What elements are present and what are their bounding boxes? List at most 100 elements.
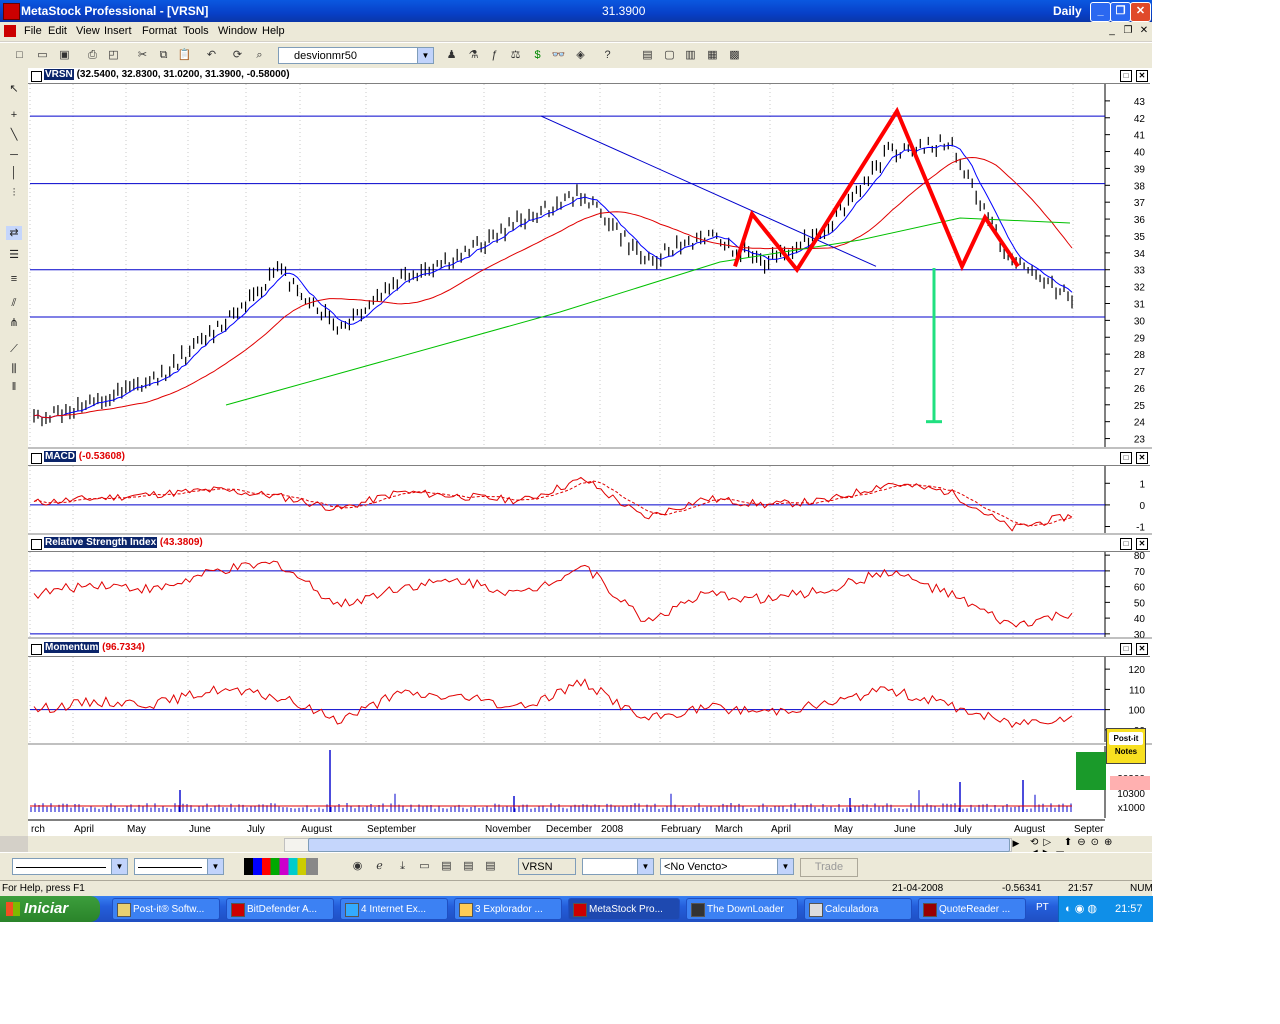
- language-indicator[interactable]: PT: [1036, 902, 1049, 913]
- month-label: June: [189, 824, 211, 835]
- panel-b-icon[interactable]: ▤: [461, 859, 476, 874]
- chevron-down-icon[interactable]: ▼: [207, 859, 223, 874]
- price-tick-label: 23: [1134, 435, 1146, 446]
- taskbar-item[interactable]: Calculadora: [804, 898, 912, 920]
- month-label: July: [954, 824, 972, 835]
- momentum-line: [33, 678, 1073, 729]
- color-palette[interactable]: [244, 858, 318, 875]
- chevron-down-icon[interactable]: ▼: [637, 859, 653, 874]
- exchange-combo[interactable]: ▼: [582, 858, 654, 875]
- taskbar-item[interactable]: 4 Internet Ex...: [340, 898, 448, 920]
- rsi-tick-label: 50: [1134, 598, 1146, 609]
- taskbar-item-label: 4 Internet Ex...: [361, 904, 427, 915]
- taskbar-item-label: QuoteReader ...: [939, 904, 1011, 915]
- status-value: -0.56341: [1002, 883, 1042, 894]
- month-label: July: [247, 824, 265, 835]
- metastock-window: MetaStock Professional - [VRSN] 31.3900 …: [0, 0, 1153, 922]
- tray-icons[interactable]: ◐ ◉ ◍: [1065, 896, 1097, 922]
- ie-icon: [345, 903, 359, 917]
- taskbar-item[interactable]: 3 Explorador ...: [454, 898, 562, 920]
- postit-brand: Post-it: [1109, 732, 1143, 745]
- taskbar-item[interactable]: BitDefender A...: [226, 898, 334, 920]
- macd-signal-line: [33, 480, 1073, 527]
- vencto-combo[interactable]: <No Vencto> ▼: [660, 858, 794, 875]
- scroll-thumb[interactable]: [308, 838, 1010, 852]
- month-label: May: [834, 824, 853, 835]
- month-label: November: [485, 824, 532, 835]
- security-icon[interactable]: ◉: [350, 859, 365, 874]
- month-label: Septer: [1074, 824, 1104, 835]
- chevron-down-icon[interactable]: ▼: [111, 859, 127, 874]
- taskbar-item-label: The DownLoader: [707, 904, 784, 915]
- month-label: August: [1014, 824, 1045, 835]
- price-tick-label: 27: [1134, 367, 1146, 378]
- macd-line: [33, 476, 1073, 532]
- momentum-tick-label: 110: [1129, 685, 1145, 696]
- panel-c-icon[interactable]: ▤: [483, 859, 498, 874]
- folder-icon: [459, 903, 473, 917]
- bottom-toolbar: ▼ ▼ ◉ ℯ ⤓ ▭ ▤ ▤ ▤ VRSN ▼ <No Vencto> ▼ Tr…: [0, 852, 1152, 881]
- short-moving-average: [33, 144, 1073, 419]
- price-tick-label: 29: [1134, 333, 1146, 344]
- start-button[interactable]: Iniciar: [0, 896, 100, 922]
- macd-tick-label: 0: [1139, 501, 1145, 512]
- volume-color-swatch: [1076, 752, 1106, 790]
- price-tick-label: 32: [1134, 283, 1146, 294]
- status-time: 21:57: [1068, 883, 1094, 894]
- postit-label: Notes: [1114, 747, 1138, 756]
- scroll-right-icon[interactable]: ▶: [1010, 838, 1022, 850]
- month-label: May: [127, 824, 146, 835]
- metastock-icon: [573, 903, 587, 917]
- month-label: September: [367, 824, 417, 835]
- taskbar-item-label: Calculadora: [825, 904, 879, 915]
- line-style-combo[interactable]: ▼: [12, 858, 128, 875]
- windows-taskbar: Iniciar Post-it® Softw... BitDefender A.…: [0, 896, 1153, 922]
- ie-icon[interactable]: ℯ: [372, 859, 387, 874]
- long-moving-average: [225, 217, 1071, 406]
- calculator-icon: [809, 903, 823, 917]
- rsi-tick-label: 80: [1134, 551, 1146, 562]
- windows-flag-icon: [6, 902, 20, 916]
- taskbar-item-label: 3 Explorador ...: [475, 904, 543, 915]
- rsi-tick-label: 60: [1134, 583, 1146, 594]
- month-label: April: [771, 824, 791, 835]
- horizontal-scrollbar[interactable]: ▶ ⟲▷ ⬆⊖⊙⊕ ◀▶▭: [28, 836, 1152, 859]
- rsi-tick-label: 30: [1134, 630, 1146, 641]
- taskbar-item-label: MetaStock Pro...: [589, 904, 663, 915]
- start-label: Iniciar: [24, 900, 69, 917]
- head-and-shoulders-pattern: [733, 106, 1020, 274]
- download-icon[interactable]: ⤓: [395, 859, 410, 874]
- trade-button[interactable]: Trade: [800, 858, 858, 877]
- volume-highlight: [1110, 776, 1150, 790]
- price-tick-label: 36: [1134, 215, 1146, 226]
- price-tick-label: 42: [1134, 114, 1146, 125]
- price-tick-label: 26: [1134, 384, 1146, 395]
- taskbar-item[interactable]: Post-it® Softw...: [112, 898, 220, 920]
- taskbar-item-label: Post-it® Softw...: [133, 904, 205, 915]
- taskbar-item-active[interactable]: MetaStock Pro...: [568, 898, 680, 920]
- price-tick-label: 28: [1134, 350, 1146, 361]
- macd-tick-label: 1: [1139, 479, 1145, 490]
- price-tick-label: 40: [1134, 148, 1146, 159]
- chevron-down-icon[interactable]: ▼: [777, 859, 793, 874]
- price-tick-label: 34: [1134, 249, 1146, 260]
- rsi-tick-label: 70: [1134, 567, 1146, 578]
- line-weight-combo[interactable]: ▼: [134, 858, 224, 875]
- month-label: March: [715, 824, 743, 835]
- postit-icon: [117, 903, 131, 917]
- symbol-field[interactable]: VRSN: [518, 858, 576, 875]
- price-tick-label: 24: [1134, 418, 1146, 429]
- postit-notes-widget[interactable]: Post-it Notes: [1106, 728, 1146, 764]
- system-tray: ◐ ◉ ◍ 21:57: [1058, 896, 1153, 922]
- folder-icon[interactable]: ▭: [417, 859, 432, 874]
- taskbar-item[interactable]: The DownLoader: [686, 898, 798, 920]
- chart-svg[interactable]: 43 42 41 40 39 38 37 36 35 34 33 32 31 30 29 28 27 26 25 24…: [0, 0, 1152, 852]
- panel-a-icon[interactable]: ▤: [439, 859, 454, 874]
- taskbar-item[interactable]: QuoteReader ...: [918, 898, 1026, 920]
- momentum-tick-label: 120: [1128, 665, 1145, 676]
- macd-tick-label: -1: [1136, 523, 1145, 534]
- price-tick-label: 43: [1134, 97, 1146, 108]
- medium-moving-average: [33, 156, 1073, 419]
- month-label: 2008: [601, 824, 624, 835]
- taskbar-item-label: BitDefender A...: [247, 904, 318, 915]
